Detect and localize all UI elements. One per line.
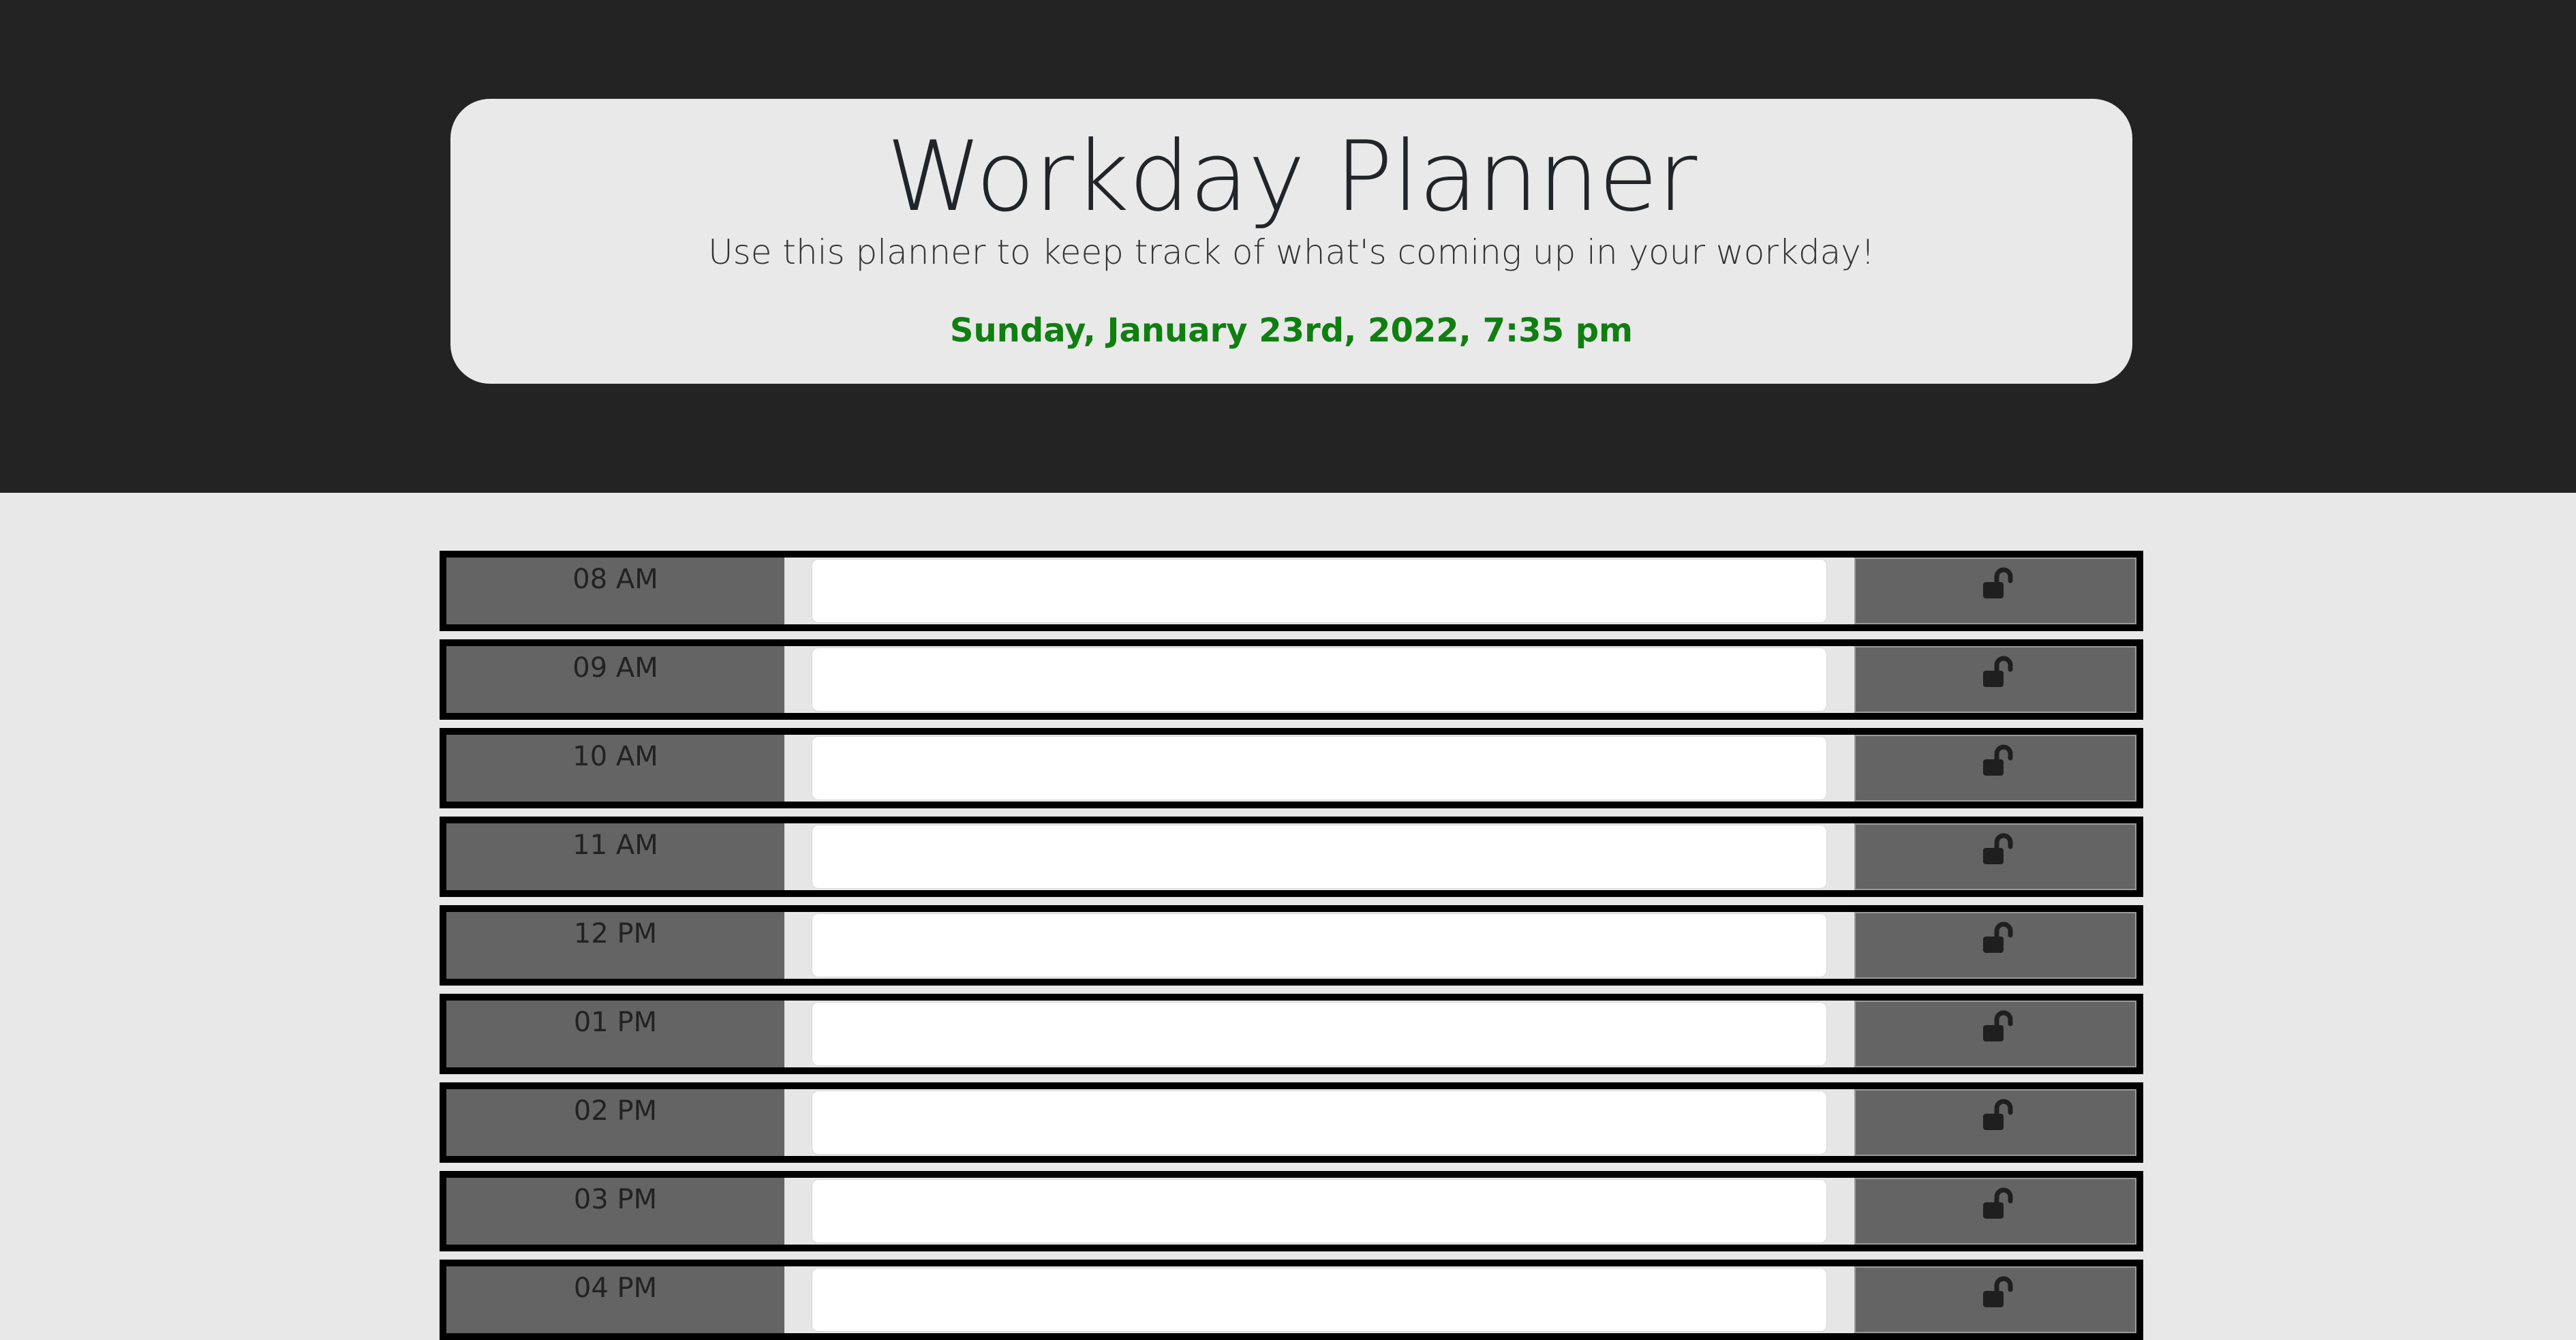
save-button[interactable]	[1854, 1089, 2136, 1156]
time-block-row-1: 09 AM	[440, 639, 2143, 720]
unlocked-padlock-icon	[1983, 1099, 2013, 1130]
save-button[interactable]	[1854, 735, 2136, 802]
save-button[interactable]	[1854, 1001, 2136, 1067]
time-block-row-5: 01 PM	[440, 994, 2143, 1074]
header-band: Workday Planner Use this planner to keep…	[0, 0, 2576, 493]
time-block-inner: 08 AM	[446, 558, 2136, 624]
event-text-input[interactable]	[812, 825, 1827, 889]
event-text-input[interactable]	[812, 559, 1827, 623]
time-block-row-0: 08 AM	[440, 551, 2143, 631]
event-text-input[interactable]	[812, 1268, 1827, 1332]
event-text-input[interactable]	[812, 1091, 1827, 1155]
unlocked-padlock-icon	[1983, 833, 2013, 864]
time-block-row-8: 04 PM	[440, 1260, 2143, 1340]
hour-label: 12 PM	[446, 912, 784, 979]
unlocked-padlock-icon	[1983, 567, 2013, 598]
event-text-input[interactable]	[812, 913, 1827, 977]
header-card: Workday Planner Use this planner to keep…	[450, 99, 2132, 384]
time-block-inner: 03 PM	[446, 1178, 2136, 1245]
time-block-inner: 12 PM	[446, 912, 2136, 979]
event-text-input[interactable]	[812, 1179, 1827, 1243]
current-date-time: Sunday, January 23rd, 2022, 7:35 pm	[949, 311, 1634, 350]
save-button[interactable]	[1854, 912, 2136, 979]
event-text-input[interactable]	[812, 648, 1827, 712]
save-button[interactable]	[1854, 646, 2136, 713]
save-button[interactable]	[1854, 1178, 2136, 1245]
hour-label: 08 AM	[446, 558, 784, 624]
hour-label: 02 PM	[446, 1089, 784, 1156]
unlocked-padlock-icon	[1983, 1276, 2013, 1307]
unlocked-padlock-icon	[1983, 656, 2013, 687]
unlocked-padlock-icon	[1983, 1010, 2013, 1041]
event-text-input[interactable]	[812, 1002, 1827, 1066]
time-block-inner: 01 PM	[446, 1001, 2136, 1067]
time-block-row-6: 02 PM	[440, 1082, 2143, 1163]
time-block-row-7: 03 PM	[440, 1171, 2143, 1251]
hour-label: 11 AM	[446, 823, 784, 890]
save-button[interactable]	[1854, 1266, 2136, 1333]
page-subtitle: Use this planner to keep track of what's…	[708, 232, 1875, 272]
hour-label: 03 PM	[446, 1178, 784, 1245]
hour-label: 09 AM	[446, 646, 784, 713]
time-block-inner: 10 AM	[446, 735, 2136, 802]
time-block-inner: 11 AM	[446, 823, 2136, 890]
time-block-row-3: 11 AM	[440, 817, 2143, 897]
save-button[interactable]	[1854, 558, 2136, 624]
unlocked-padlock-icon	[1983, 744, 2013, 776]
time-block-row-2: 10 AM	[440, 728, 2143, 808]
time-block-inner: 09 AM	[446, 646, 2136, 713]
hour-label: 01 PM	[446, 1001, 784, 1067]
time-block-inner: 04 PM	[446, 1266, 2136, 1333]
hour-label: 10 AM	[446, 735, 784, 802]
event-text-input[interactable]	[812, 736, 1827, 800]
page-title: Workday Planner	[886, 121, 1698, 233]
time-block-inner: 02 PM	[446, 1089, 2136, 1156]
unlocked-padlock-icon	[1983, 1187, 2013, 1219]
save-button[interactable]	[1854, 823, 2136, 890]
unlocked-padlock-icon	[1983, 922, 2013, 953]
hour-label: 04 PM	[446, 1266, 784, 1333]
time-block-row-4: 12 PM	[440, 905, 2143, 986]
